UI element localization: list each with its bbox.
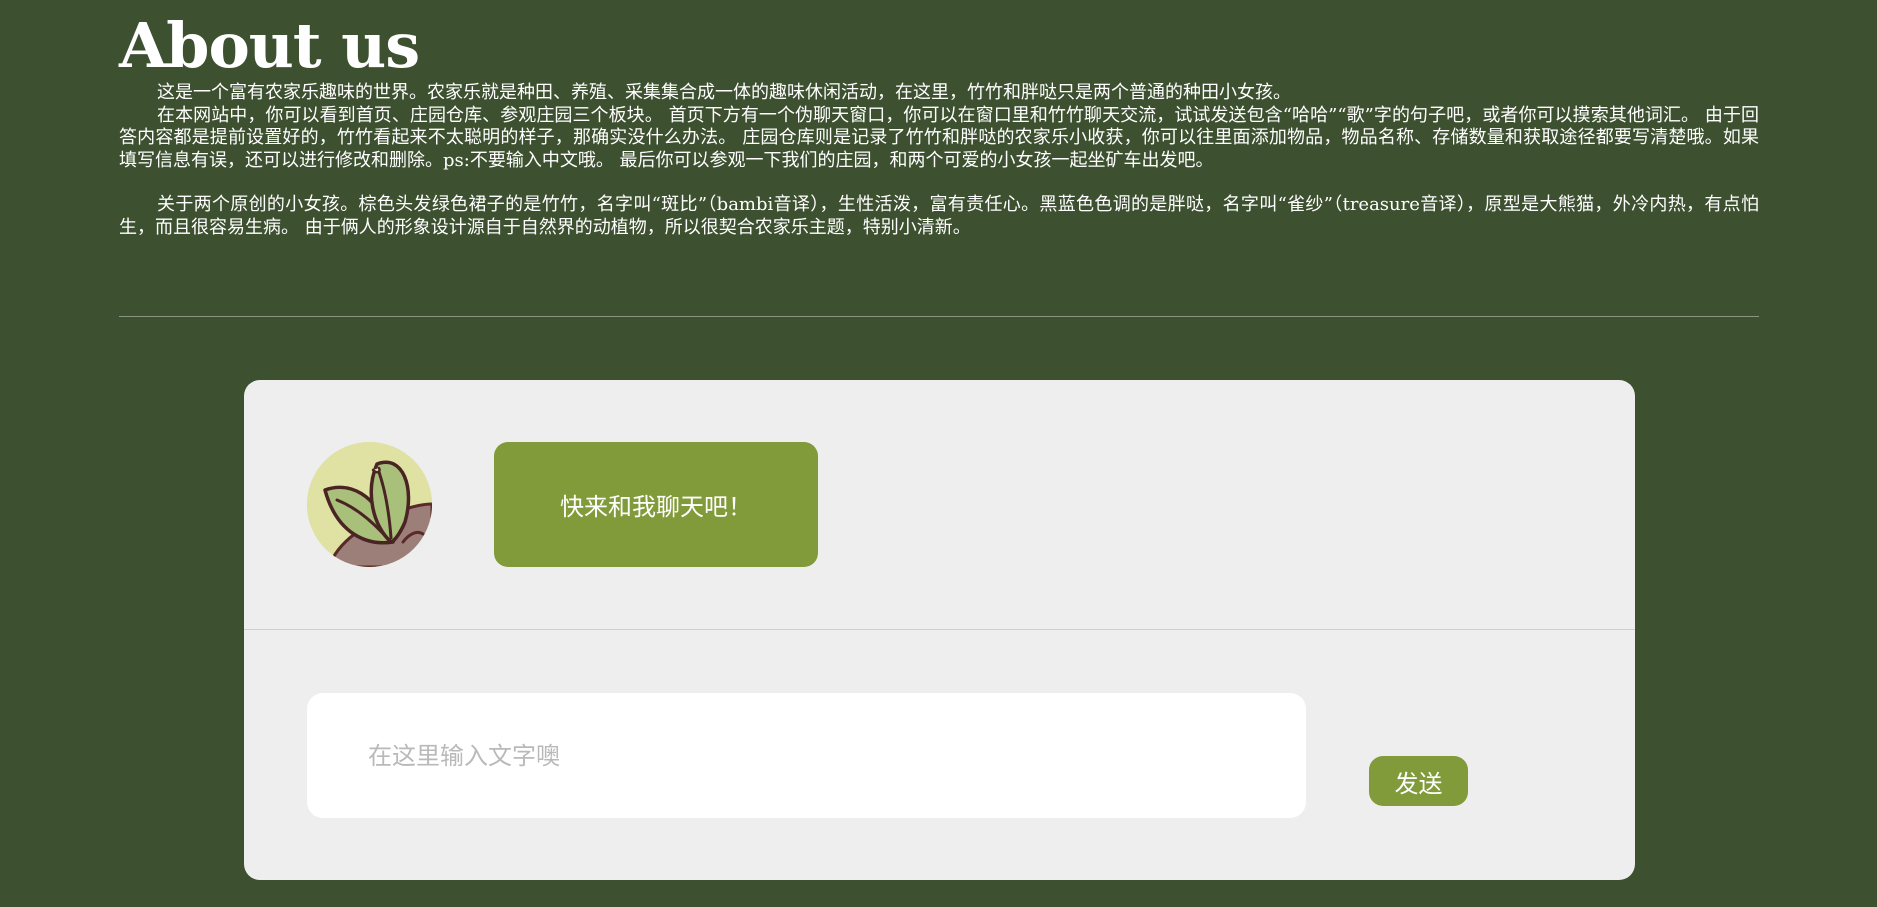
section-divider <box>119 316 1759 317</box>
chat-message-area: 快来和我聊天吧！ <box>244 380 1635 630</box>
about-paragraph-site-guide: 在本网站中，你可以看到首页、庄园仓库、参观庄园三个板块。 首页下方有一个伪聊天窗… <box>119 104 1759 171</box>
chat-message-input[interactable] <box>307 693 1306 818</box>
chat-window: 快来和我聊天吧！ 发送 <box>244 380 1635 880</box>
send-button[interactable]: 发送 <box>1369 756 1468 806</box>
about-section: About us 这是一个富有农家乐趣味的世界。农家乐就是种田、养殖、采集集合成… <box>119 0 1759 239</box>
about-paragraph-characters: 关于两个原创的小女孩。棕色头发绿色裙子的是竹竹，名字叫“斑比”（bambi音译）… <box>119 194 1759 238</box>
bot-message-bubble: 快来和我聊天吧！ <box>494 442 818 567</box>
page-title: About us <box>119 9 420 82</box>
bot-avatar <box>307 442 432 567</box>
about-paragraph-intro: 这是一个富有农家乐趣味的世界。农家乐就是种田、养殖、采集集合成一体的趣味休闲活动… <box>157 82 1291 103</box>
leaf-avatar-icon <box>307 442 432 567</box>
